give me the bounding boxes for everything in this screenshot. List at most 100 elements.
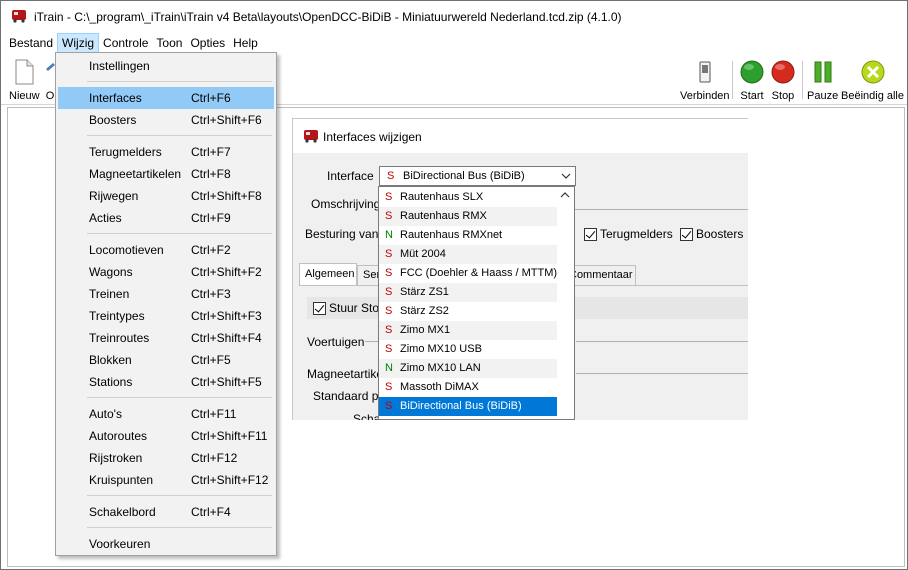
voertuigen-divider (576, 341, 748, 342)
menu-item-instellingen[interactable]: Instellingen (58, 55, 274, 77)
interface-type-letter: S (385, 324, 393, 336)
open-button[interactable]: O (45, 59, 55, 102)
menu-item-auto-s[interactable]: Auto's Ctrl+F11 (58, 403, 274, 425)
menu-item-blokken[interactable]: Blokken Ctrl+F5 (58, 349, 274, 371)
menu-separator (87, 233, 272, 234)
menu-item-shortcut: Ctrl+F8 (191, 167, 231, 181)
menu-item-treinen[interactable]: Treinen Ctrl+F3 (58, 283, 274, 305)
dialog-title: Interfaces wijzigen (323, 130, 422, 144)
dropdown-scrollbar[interactable] (557, 187, 574, 419)
menu-item-interfaces[interactable]: Interfaces Ctrl+F6 (58, 87, 274, 109)
option-label: Zimo MX10 LAN (400, 362, 481, 374)
menu-item-shortcut: Ctrl+F6 (191, 91, 231, 105)
menu-item-label: Magneetartikelen (89, 167, 182, 181)
menu-item-label: Treinen (89, 287, 130, 301)
interface-type-letter: S (385, 400, 393, 412)
menu-item-boosters[interactable]: Boosters Ctrl+Shift+F6 (58, 109, 274, 131)
boosters-checkbox[interactable] (680, 228, 693, 241)
cancel-all-button[interactable]: Beëindig alle (841, 59, 904, 102)
chevron-down-icon (561, 173, 571, 179)
interface-type-letter: N (385, 362, 393, 374)
menu-help[interactable]: Help (229, 33, 262, 53)
dropdown-option[interactable]: S Zimo MX1 (379, 321, 557, 340)
start-button-label: Start (740, 90, 764, 102)
voertuigen-divider (365, 341, 379, 342)
dropdown-option[interactable]: S Rautenhaus SLX (379, 188, 557, 207)
menu-item-label: Treintypes (89, 309, 145, 323)
menu-bestand[interactable]: Bestand (1, 33, 57, 53)
connect-button[interactable]: Verbinden (680, 59, 730, 102)
option-label: Stärz ZS2 (400, 305, 449, 317)
magneetartikel-label: Magneetartikel (307, 367, 386, 381)
dropdown-option[interactable]: N Zimo MX10 LAN (379, 359, 557, 378)
menu-separator (87, 135, 272, 136)
menu-item-voorkeuren[interactable]: Voorkeuren (58, 533, 274, 555)
menu-separator (87, 527, 272, 528)
chevron-up-icon[interactable] (560, 191, 570, 199)
dropdown-option[interactable]: S Müt 2004 (379, 245, 557, 264)
menu-item-label: Kruispunten (89, 473, 154, 487)
option-label: Zimo MX10 USB (400, 343, 482, 355)
stop-button[interactable]: Stop (770, 59, 796, 102)
dropdown-option[interactable]: S Stärz ZS1 (379, 283, 557, 302)
menu-toon[interactable]: Toon (152, 33, 186, 53)
menu-item-treinroutes[interactable]: Treinroutes Ctrl+Shift+F4 (58, 327, 274, 349)
start-button[interactable]: Start (739, 59, 765, 102)
menu-item-shortcut: Ctrl+Shift+F11 (191, 429, 268, 443)
dropdown-option[interactable]: S Zimo MX10 USB (379, 340, 557, 359)
open-button-label: O (45, 90, 55, 102)
interface-select[interactable]: S BiDirectional Bus (BiDiB) (379, 166, 576, 186)
omschrijving-label: Omschrijving (311, 197, 381, 211)
option-label: Müt 2004 (400, 248, 446, 260)
menu-item-shortcut: Ctrl+Shift+F4 (191, 331, 262, 345)
menu-opties[interactable]: Opties (186, 33, 229, 53)
menu-item-locomotieven[interactable]: Locomotieven Ctrl+F2 (58, 239, 274, 261)
menu-item-label: Autoroutes (89, 429, 148, 443)
menu-item-kruispunten[interactable]: Kruispunten Ctrl+Shift+F12 (58, 469, 274, 491)
menu-item-shortcut: Ctrl+F2 (191, 243, 231, 257)
dropdown-option[interactable]: N Rautenhaus RMXnet (379, 226, 557, 245)
dropdown-option[interactable]: S FCC (Doehler & Haass / MTTM) (379, 264, 557, 283)
interface-type-letter: S (385, 210, 393, 222)
new-button[interactable]: Nieuw (9, 59, 40, 102)
wijzig-menu: Instellingen Interfaces Ctrl+F6 Boosters Ctr… (55, 52, 277, 556)
menu-separator (87, 81, 272, 82)
title-bar: iTrain - C:\_program\_iTrain\iTrain v4 B… (1, 1, 907, 31)
pause-button[interactable]: Pauze (807, 59, 838, 102)
menu-controle[interactable]: Controle (99, 33, 152, 53)
dropdown-option[interactable]: S Massoth DiMAX (379, 378, 557, 397)
menu-item-terugmelders[interactable]: Terugmelders Ctrl+F7 (58, 141, 274, 163)
menu-item-rijwegen[interactable]: Rijwegen Ctrl+Shift+F8 (58, 185, 274, 207)
menu-item-label: Wagons (89, 265, 133, 279)
menu-item-wagons[interactable]: Wagons Ctrl+Shift+F2 (58, 261, 274, 283)
train-logo-icon (304, 130, 318, 143)
green-circle-icon (740, 60, 764, 84)
menu-item-label: Auto's (89, 407, 122, 421)
menu-item-label: Rijstroken (89, 451, 143, 465)
menu-item-autoroutes[interactable]: Autoroutes Ctrl+Shift+F11 (58, 425, 274, 447)
new-document-icon (15, 59, 34, 85)
terugmelders-checkbox[interactable] (584, 228, 597, 241)
menu-item-shortcut: Ctrl+F5 (191, 353, 231, 367)
dropdown-option[interactable]: S Stärz ZS2 (379, 302, 557, 321)
menu-item-stations[interactable]: Stations Ctrl+Shift+F5 (58, 371, 274, 393)
menu-item-label: Boosters (89, 113, 137, 127)
menu-item-label: Stations (89, 375, 133, 389)
menu-item-rijstroken[interactable]: Rijstroken Ctrl+F12 (58, 447, 274, 469)
dropdown-option[interactable]: S BiDirectional Bus (BiDiB) (379, 397, 557, 416)
menu-item-treintypes[interactable]: Treintypes Ctrl+Shift+F3 (58, 305, 274, 327)
menu-item-magneetartikelen[interactable]: Magneetartikelen Ctrl+F8 (58, 163, 274, 185)
menu-item-shortcut: Ctrl+F11 (191, 407, 237, 421)
menu-item-schakelbord[interactable]: Schakelbord Ctrl+F4 (58, 501, 274, 523)
stuur-stop-checkbox[interactable] (313, 302, 326, 315)
cancel-all-icon (861, 60, 884, 84)
tab-algemeen[interactable]: Algemeen (299, 263, 357, 285)
besturing-label: Besturing van (305, 227, 379, 241)
menu-item-acties[interactable]: Acties Ctrl+F9 (58, 207, 274, 229)
interface-dropdown-list[interactable]: S Rautenhaus SLX S Rautenhaus RMX N Rautenhau… (378, 186, 575, 420)
dropdown-option[interactable]: S Rautenhaus RMX (379, 207, 557, 226)
connect-switch-icon (699, 61, 711, 83)
menu-wijzig[interactable]: Wijzig (57, 33, 100, 53)
menu-item-shortcut: Ctrl+Shift+F12 (191, 473, 269, 487)
menu-item-label: Terugmelders (89, 145, 162, 159)
